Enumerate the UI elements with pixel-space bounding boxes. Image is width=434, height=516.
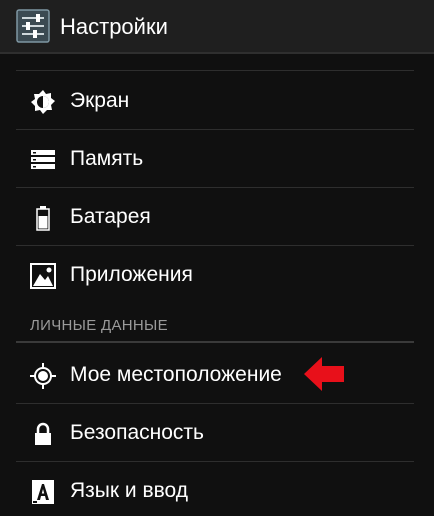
settings-item-label: Память: [70, 147, 144, 170]
settings-item-label: Приложения: [70, 263, 193, 286]
page-title: Настройки: [60, 14, 168, 39]
settings-item-security[interactable]: Безопасность: [16, 404, 416, 462]
settings-item-label: Мое местоположение: [70, 363, 282, 386]
location-icon: [30, 363, 56, 389]
settings-item-language[interactable]: Язык и ввод: [16, 462, 416, 516]
settings-item-display[interactable]: Экран: [16, 72, 416, 130]
settings-item-label: Безопасность: [70, 421, 204, 444]
divider: [16, 70, 414, 71]
settings-item-label: Язык и ввод: [70, 479, 189, 502]
settings-item-battery[interactable]: Батарея: [16, 188, 416, 246]
settings-item-apps[interactable]: Приложения: [16, 246, 416, 304]
settings-item-storage[interactable]: Память: [16, 130, 416, 188]
section-header-personal: ЛИЧНЫЕ ДАННЫЕ: [30, 317, 168, 334]
battery-icon: [30, 205, 56, 231]
action-bar: Настройки: [0, 0, 434, 54]
section-divider: [16, 341, 414, 343]
lock-icon: [30, 421, 56, 447]
settings-item-label: Экран: [70, 89, 130, 112]
settings-item-label: Батарея: [70, 205, 151, 228]
storage-icon: [30, 147, 56, 173]
apps-icon: [30, 263, 56, 289]
settings-item-location[interactable]: Мое местоположение: [16, 346, 416, 404]
annotation-arrow-icon: [304, 357, 344, 391]
settings-screen: Настройки Экран Память Батарея Приложени…: [0, 0, 434, 516]
brightness-icon: [30, 89, 56, 115]
keyboard-language-icon: [30, 479, 56, 505]
settings-sliders-icon[interactable]: [16, 9, 50, 43]
